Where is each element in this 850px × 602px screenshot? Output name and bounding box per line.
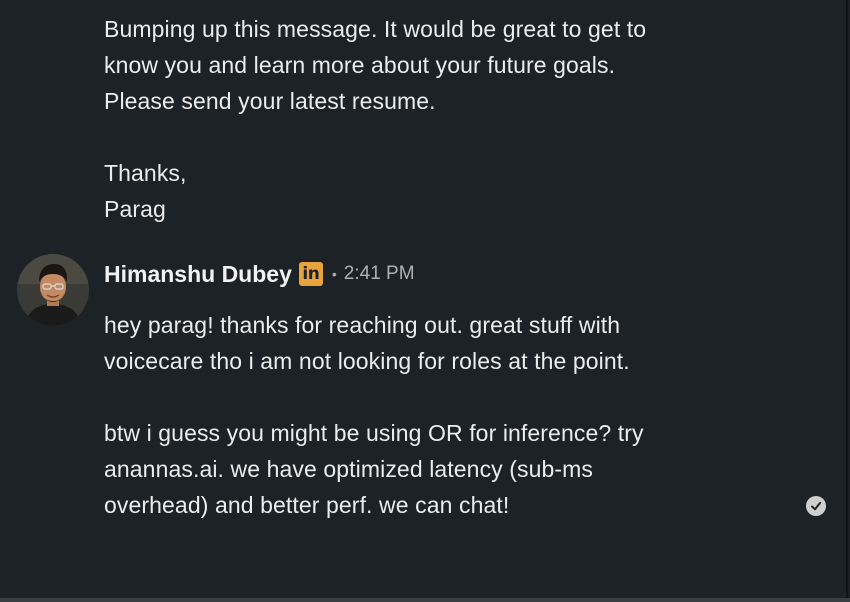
avatar[interactable] bbox=[17, 254, 89, 326]
checkmark-icon bbox=[811, 501, 822, 511]
message-timestamp: 2:41 PM bbox=[343, 263, 415, 284]
reply-message-paragraph: hey parag! thanks for reaching out. grea… bbox=[104, 307, 630, 379]
separator-dot: • bbox=[331, 266, 337, 282]
divider bbox=[0, 598, 850, 602]
message-line: anannas.ai. we have optimized latency (s… bbox=[104, 456, 594, 482]
previous-message-signoff: Thanks, Parag bbox=[104, 155, 187, 227]
message-thread: Bumping up this message. It would be gre… bbox=[0, 0, 848, 598]
message-line: hey parag! thanks for reaching out. grea… bbox=[104, 312, 621, 338]
sender-name[interactable]: Himanshu Dubey bbox=[104, 261, 292, 288]
message-line: Parag bbox=[104, 196, 166, 222]
message-line: Thanks, bbox=[104, 160, 187, 186]
message-line: know you and learn more about your futur… bbox=[104, 52, 616, 78]
message-header: Himanshu Dubey in • 2:41 PM bbox=[104, 258, 415, 290]
seen-check-icon bbox=[806, 496, 826, 516]
message-line: Please send your latest resume. bbox=[104, 88, 436, 114]
linkedin-premium-icon: in bbox=[298, 262, 323, 286]
reply-message-paragraph: btw i guess you might be using OR for in… bbox=[104, 415, 644, 523]
message-line: btw i guess you might be using OR for in… bbox=[104, 420, 644, 446]
profile-photo-icon bbox=[17, 254, 89, 326]
previous-message-paragraph: Bumping up this message. It would be gre… bbox=[104, 11, 646, 119]
message-line: voicecare tho i am not looking for roles… bbox=[104, 348, 630, 374]
message-line: Bumping up this message. It would be gre… bbox=[104, 16, 647, 42]
message-line: overhead) and better perf. we can chat! bbox=[104, 492, 510, 518]
